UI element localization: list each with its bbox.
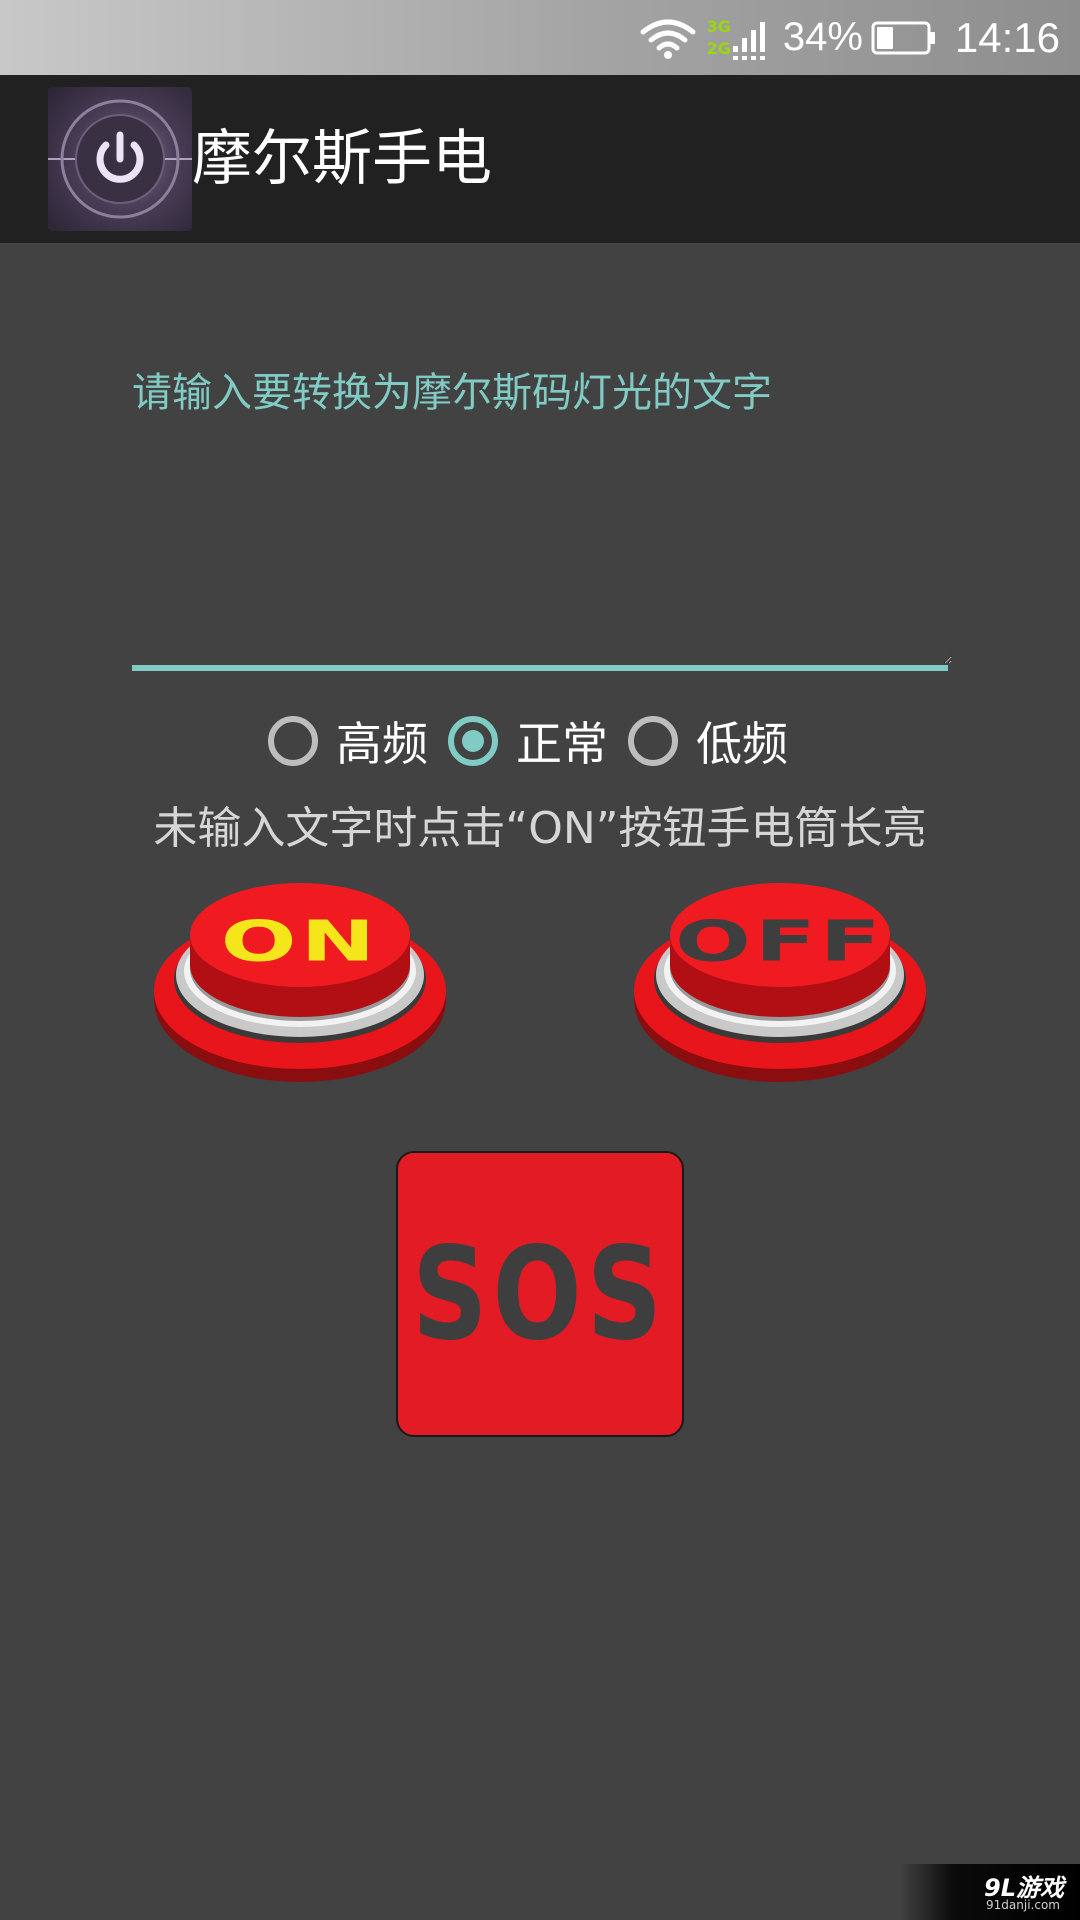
status-bar: 3G 2G 34% 14:16 bbox=[0, 0, 1080, 75]
network-type: 3G 2G bbox=[707, 16, 731, 60]
app-icon bbox=[48, 87, 192, 231]
radio-high-frequency[interactable]: 高频 bbox=[268, 708, 428, 774]
network-type-2g: 2G bbox=[706, 38, 731, 58]
info-text: 未输入文字时点击“ON”按钮手电筒长亮 bbox=[153, 803, 927, 854]
input-underline bbox=[132, 665, 948, 671]
on-button-label: ON bbox=[220, 908, 380, 975]
signal-icon bbox=[732, 21, 765, 60]
watermark-url: 91danji.com bbox=[986, 1898, 1060, 1912]
radio-button-low[interactable] bbox=[628, 716, 678, 766]
off-button-label: OFF bbox=[675, 908, 885, 975]
on-button[interactable]: ON bbox=[150, 875, 450, 1085]
radio-low-frequency[interactable]: 低频 bbox=[628, 708, 788, 774]
wifi-icon bbox=[640, 19, 696, 59]
app-bar: 摩尔斯手电 bbox=[0, 75, 1080, 243]
clock: 14:16 bbox=[954, 13, 1060, 61]
off-button[interactable]: OFF bbox=[630, 875, 930, 1085]
radio-normal-frequency[interactable]: 正常 bbox=[448, 708, 608, 774]
watermark: 9L游戏 91danji.com bbox=[900, 1864, 1080, 1920]
radio-label-low: 低频 bbox=[696, 717, 788, 771]
radio-label-high: 高频 bbox=[336, 717, 428, 771]
sos-button-label: SOS bbox=[412, 1219, 668, 1369]
power-icon bbox=[48, 99, 192, 219]
frequency-radio-group: 高频 正常 低频 bbox=[268, 708, 808, 774]
status-icons: 3G 2G 34% 14:16 bbox=[639, 0, 1060, 75]
radio-button-high[interactable] bbox=[268, 716, 318, 766]
app-title: 摩尔斯手电 bbox=[192, 124, 492, 194]
battery-fill bbox=[876, 26, 893, 49]
morse-text-input[interactable] bbox=[132, 340, 952, 664]
sos-button[interactable]: SOS bbox=[396, 1151, 684, 1437]
on-button-graphic bbox=[154, 883, 446, 1082]
radio-button-normal[interactable] bbox=[448, 716, 498, 766]
network-type-3g: 3G bbox=[706, 16, 731, 36]
radio-label-normal: 正常 bbox=[516, 717, 608, 771]
battery-icon bbox=[871, 21, 935, 54]
off-button-graphic bbox=[634, 883, 926, 1082]
battery-percent: 34% bbox=[782, 15, 863, 59]
